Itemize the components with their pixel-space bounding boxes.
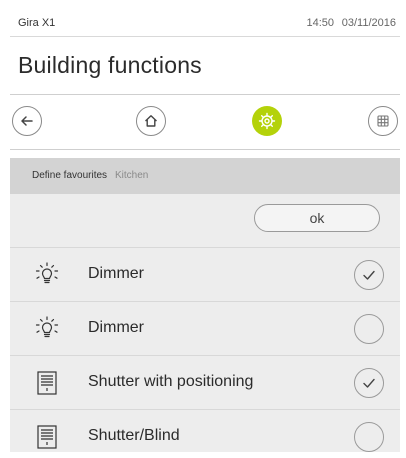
function-label: Shutter/Blind <box>88 427 180 444</box>
favourites-panel: Define favourites Kitchen ok Dimmer Dimm… <box>10 158 400 452</box>
shutter-icon <box>37 425 57 449</box>
favourite-checkbox[interactable] <box>354 314 384 344</box>
ok-row: ok <box>10 194 400 248</box>
status-date: 03/11/2016 <box>341 17 396 29</box>
status-time: 14:50 <box>306 17 334 29</box>
room-name: Kitchen <box>115 170 149 181</box>
function-label: Dimmer <box>88 319 144 336</box>
divider <box>10 149 400 150</box>
home-icon <box>145 115 157 127</box>
grid-view-button[interactable] <box>368 106 398 136</box>
checkmark-icon <box>363 270 375 280</box>
page-title: Building functions <box>18 52 202 78</box>
function-label: Shutter with positioning <box>88 373 254 390</box>
function-label: Dimmer <box>88 265 144 282</box>
section-label: Define favourites <box>32 170 108 181</box>
lightbulb-icon <box>35 262 59 284</box>
status-bar: Gira X1 14:50 03/11/2016 <box>10 8 400 37</box>
lightbulb-icon <box>35 316 59 338</box>
favourite-checkbox[interactable] <box>354 422 384 452</box>
ok-button[interactable]: ok <box>254 204 380 232</box>
shutter-icon <box>37 371 57 395</box>
function-row-shutter-positioning[interactable]: Shutter with positioning <box>10 356 400 410</box>
grid-icon <box>377 115 389 127</box>
back-button[interactable] <box>12 106 42 136</box>
function-row-shutter-blind[interactable]: Shutter/Blind <box>10 410 400 452</box>
favourite-checkbox[interactable] <box>354 260 384 290</box>
navigation-bar <box>10 95 400 149</box>
section-header: Define favourites Kitchen <box>10 158 400 194</box>
checkmark-icon <box>363 378 375 388</box>
home-button[interactable] <box>136 106 166 136</box>
function-row-dimmer-2[interactable]: Dimmer <box>10 302 400 356</box>
settings-button[interactable] <box>252 106 282 136</box>
function-row-dimmer-1[interactable]: Dimmer <box>10 248 400 302</box>
back-arrow-icon <box>21 116 33 126</box>
settings-gear-icon <box>258 112 276 130</box>
app-frame: Gira X1 14:50 03/11/2016 Building functi… <box>10 8 400 452</box>
app-name: Gira X1 <box>18 17 56 29</box>
favourite-checkbox[interactable] <box>354 368 384 398</box>
